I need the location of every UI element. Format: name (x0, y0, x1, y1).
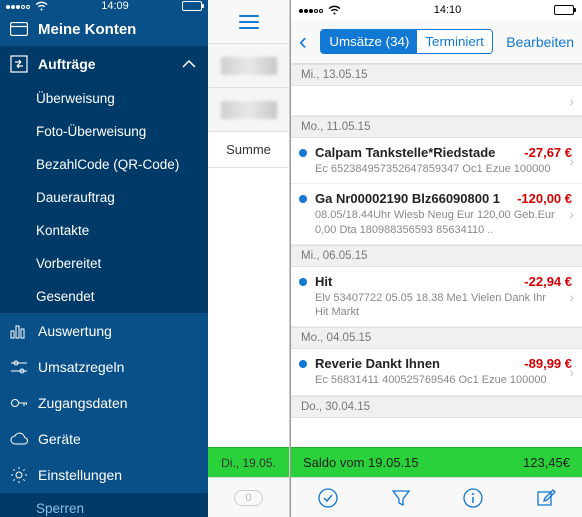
sidebar: 14:09 Meine Konten Aufträge Überweisung … (0, 0, 208, 517)
date-header: Mi., 13.05.15 (291, 64, 582, 86)
mid-date-bar: Di., 19.05. (208, 447, 289, 477)
sidebar-item-geraete[interactable]: Geräte (0, 421, 208, 457)
bottom-toolbar (291, 477, 582, 517)
account-row-1[interactable] (208, 44, 289, 88)
transaction-row[interactable]: Hit-22,94 € Elv 53407722 05.05 18.38 Me1… (291, 267, 582, 328)
battery-icon (554, 5, 574, 15)
mid-bottom-bar: 0 (208, 477, 289, 517)
date-header: Mi., 06.05.15 (291, 245, 582, 267)
chevron-right-icon: › (569, 289, 574, 305)
transfer-icon (10, 55, 28, 73)
sidebar-sub-vorbereitet[interactable]: Vorbereitet (0, 247, 208, 280)
sidebar-sub-foto[interactable]: Foto-Überweisung (0, 115, 208, 148)
date-header: Do., 30.04.15 (291, 396, 582, 418)
saldo-amount: 123,45€ (523, 455, 570, 470)
hamburger-icon[interactable] (239, 15, 259, 29)
mid-panel: Summe Di., 19.05. 0 (208, 0, 290, 517)
sliders-icon (10, 358, 28, 376)
nav-bar: ‹ Umsätze (34) Terminiert Bearbeiten (291, 20, 582, 64)
count-pill[interactable]: 0 (234, 490, 262, 506)
sidebar-header[interactable]: Meine Konten (0, 12, 208, 46)
filter-button[interactable] (391, 488, 411, 508)
sum-row: Summe (208, 132, 289, 168)
seg-umsaetze[interactable]: Umsätze (34) (321, 30, 417, 53)
sidebar-sub-bezahlcode[interactable]: BezahlCode (QR-Code) (0, 148, 208, 181)
transaction-list[interactable]: Mi., 13.05.15 › Mo., 11.05.15 Calpam Tan… (291, 64, 582, 447)
sidebar-section-label: Aufträge (38, 56, 96, 72)
segmented-control: Umsätze (34) Terminiert (320, 29, 493, 54)
blurred-content (221, 101, 277, 119)
signal-dots-icon (299, 4, 324, 16)
unread-dot-icon (299, 195, 307, 203)
seg-terminiert[interactable]: Terminiert (417, 30, 492, 53)
sidebar-sub-gesendet[interactable]: Gesendet (0, 280, 208, 313)
mid-toolbar (208, 0, 289, 44)
barchart-icon (10, 322, 28, 340)
status-bar-left: 14:09 (0, 0, 208, 12)
key-icon (10, 394, 28, 412)
unread-dot-icon (299, 278, 307, 286)
saldo-bar: Saldo vom 19.05.15 123,45€ (291, 447, 582, 477)
blurred-content (221, 57, 277, 75)
transaction-row[interactable]: Calpam Tankstelle*Riedstade-27,67 € Ec 6… (291, 138, 582, 184)
info-button[interactable] (462, 487, 484, 509)
sidebar-item-zugangsdaten[interactable]: Zugangsdaten (0, 385, 208, 421)
battery-icon (182, 1, 202, 11)
sidebar-sub-kontakte[interactable]: Kontakte (0, 214, 208, 247)
chevron-right-icon: › (569, 93, 574, 109)
sidebar-item-umsatzregeln[interactable]: Umsatzregeln (0, 349, 208, 385)
status-bar-right: 14:10 (291, 0, 582, 20)
sidebar-title: Meine Konten (38, 21, 136, 38)
chevron-right-icon: › (569, 153, 574, 169)
chevron-right-icon: › (569, 364, 574, 380)
back-button[interactable]: ‹ (299, 28, 307, 56)
status-time: 14:10 (434, 4, 462, 16)
cloud-icon (10, 430, 28, 448)
account-row-2[interactable] (208, 88, 289, 132)
saldo-label: Saldo vom 19.05.15 (303, 455, 419, 470)
checkmark-button[interactable] (317, 487, 339, 509)
list-row-empty[interactable]: › (291, 86, 582, 116)
wifi-icon (35, 1, 48, 11)
sidebar-item-auswertung[interactable]: Auswertung (0, 313, 208, 349)
chevron-up-icon (182, 60, 196, 68)
edit-button[interactable]: Bearbeiten (506, 34, 574, 50)
transaction-row[interactable]: Reverie Dankt Ihnen-89,99 € Ec 56831411 … (291, 349, 582, 395)
sidebar-bottom-sperren[interactable]: Sperren (0, 493, 208, 517)
sidebar-section-auftraege[interactable]: Aufträge (0, 46, 208, 82)
wifi-icon (328, 5, 341, 15)
gear-icon (10, 466, 28, 484)
sidebar-item-einstellungen[interactable]: Einstellungen (0, 457, 208, 493)
sidebar-sub-dauerauftrag[interactable]: Dauerauftrag (0, 181, 208, 214)
main-panel: 14:10 ‹ Umsätze (34) Terminiert Bearbeit… (290, 0, 582, 517)
chevron-right-icon: › (569, 206, 574, 222)
date-header: Mo., 11.05.15 (291, 116, 582, 138)
sidebar-sub-ueberweisung[interactable]: Überweisung (0, 82, 208, 115)
transaction-row[interactable]: Ga Nr00002190 Blz66090800 1-120,00 € 08.… (291, 184, 582, 245)
compose-button[interactable] (536, 488, 556, 508)
unread-dot-icon (299, 149, 307, 157)
card-icon (10, 20, 28, 38)
status-time: 14:09 (101, 0, 129, 12)
unread-dot-icon (299, 360, 307, 368)
mid-fill (208, 168, 289, 447)
date-header: Mo., 04.05.15 (291, 327, 582, 349)
signal-dots-icon (6, 0, 31, 12)
